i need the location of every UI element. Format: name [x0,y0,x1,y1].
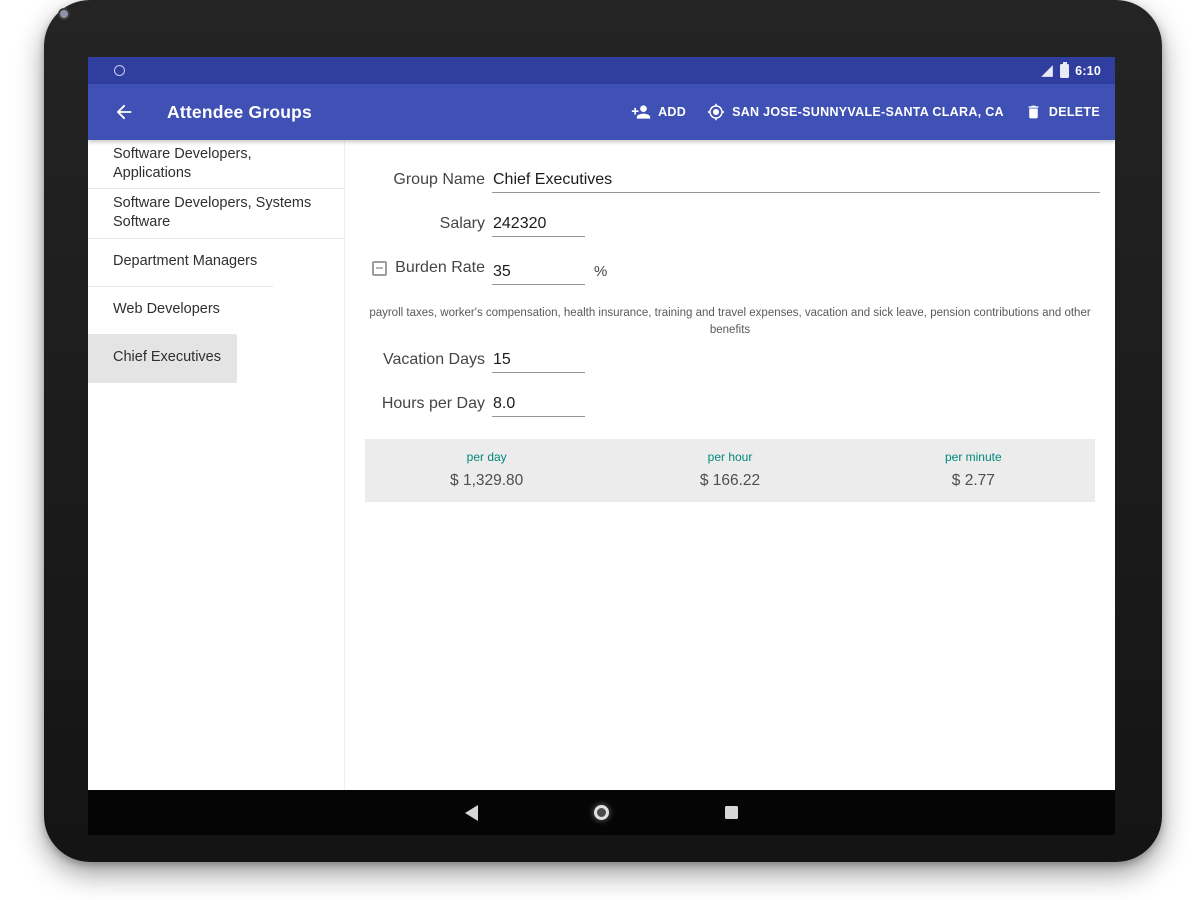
nav-home-button[interactable] [591,802,613,824]
per-day-value: $ 1,329.80 [450,472,524,489]
vacation-days-label: Vacation Days [383,351,485,368]
screen: 6:10 Attendee Groups ADD SAN JOSE-SUNNYV… [88,57,1115,835]
hours-per-day-label: Hours per Day [381,395,485,412]
content-area: Software Developers, Applications Softwa… [88,140,1115,790]
page-title: Attendee Groups [167,101,312,122]
vacation-days-input[interactable]: 15 [492,351,585,373]
group-name-input[interactable]: Chief Executives [492,171,1100,193]
status-time: 6:10 [1075,63,1101,78]
hours-per-day-row: Hours per Day 8.0 [345,395,1115,417]
delete-button-label: DELETE [1048,105,1100,119]
per-minute-label: per minute [944,450,1002,464]
my-location-icon [707,103,725,121]
per-hour-label: per hour [707,450,753,464]
cost-summary: per day $ 1,329.80 per hour $ 166.22 per… [365,439,1095,502]
list-item-label: Software Developers, Applications [113,146,252,182]
sidebar-item-software-developers-systems[interactable]: Software Developers, Systems Software [88,189,344,239]
delete-button[interactable]: DELETE [1025,103,1100,121]
add-button[interactable]: ADD [631,102,686,122]
status-bar-right: 6:10 [1040,61,1101,78]
vacation-days-row: Vacation Days 15 [345,351,1115,373]
notification-circle-icon [114,65,125,76]
sidebar-item-software-developers-applications[interactable]: Software Developers, Applications [88,140,344,190]
burden-rate-input[interactable]: 35 [492,263,585,285]
salary-label: Salary [439,215,485,232]
burden-rate-checkbox[interactable] [372,260,388,276]
nav-back-button[interactable] [461,802,483,824]
tablet-frame: 6:10 Attendee Groups ADD SAN JOSE-SUNNYV… [44,0,1162,862]
burden-rate-label-group: Burden Rate [345,259,485,277]
list-item-label: Department Managers [113,253,258,270]
sidebar-item-web-developers[interactable]: Web Developers [88,287,236,335]
group-detail-panel: Group Name Chief Executives Salary 24232… [345,140,1115,790]
per-day-label: per day [466,450,507,464]
cost-per-day: per day $ 1,329.80 [365,450,608,490]
back-button[interactable] [111,99,137,125]
burden-rate-row: Burden Rate 35 % [345,259,1115,285]
burden-rate-label: Burden Rate [395,259,485,276]
battery-icon [1060,61,1070,78]
attendee-group-list: Software Developers, Applications Softwa… [88,140,345,790]
location-button-label: SAN JOSE-SUNNYVALE-SANTA CLARA, CA [732,105,1004,119]
signal-icon [1041,64,1054,77]
back-icon [465,804,478,821]
sidebar-item-chief-executives[interactable]: Chief Executives [88,334,237,383]
app-bar: Attendee Groups ADD SAN JOSE-SUNNYVALE-S… [88,84,1115,140]
location-button[interactable]: SAN JOSE-SUNNYVALE-SANTA CLARA, CA [707,103,1004,121]
group-name-row: Group Name Chief Executives [345,171,1115,193]
per-hour-value: $ 166.22 [699,472,761,489]
cost-per-minute: per minute $ 2.77 [852,450,1095,490]
android-nav-bar [88,790,1115,835]
trash-icon [1028,105,1039,119]
arrow-back-icon [116,104,132,120]
home-icon [594,805,609,820]
desktop-background: 6:10 Attendee Groups ADD SAN JOSE-SUNNYV… [0,0,1203,900]
list-item-label: Web Developers [113,301,220,318]
group-name-label: Group Name [393,171,485,188]
person-add-icon [631,105,651,119]
add-button-label: ADD [658,105,687,119]
list-item-label: Software Developers, Systems Software [113,195,312,231]
salary-row: Salary 242320 [345,215,1115,237]
status-bar: 6:10 [88,57,1115,84]
cost-per-hour: per hour $ 166.22 [608,450,851,490]
salary-input[interactable]: 242320 [492,215,585,237]
per-minute-value: $ 2.77 [951,472,995,489]
sidebar-item-department-managers[interactable]: Department Managers [88,239,274,287]
hours-per-day-input[interactable]: 8.0 [492,395,585,417]
list-item-label: Chief Executives [113,349,221,366]
nav-recents-button[interactable] [721,802,743,824]
app-bar-actions: ADD SAN JOSE-SUNNYVALE-SANTA CLARA, CA D… [631,102,1100,122]
burden-rate-unit: % [594,262,608,280]
burden-rate-helper-text: payroll taxes, worker's compensation, he… [369,306,1091,336]
recents-icon [725,806,738,819]
camera-icon [60,10,68,18]
group-form: Group Name Chief Executives Salary 24232… [345,140,1115,502]
